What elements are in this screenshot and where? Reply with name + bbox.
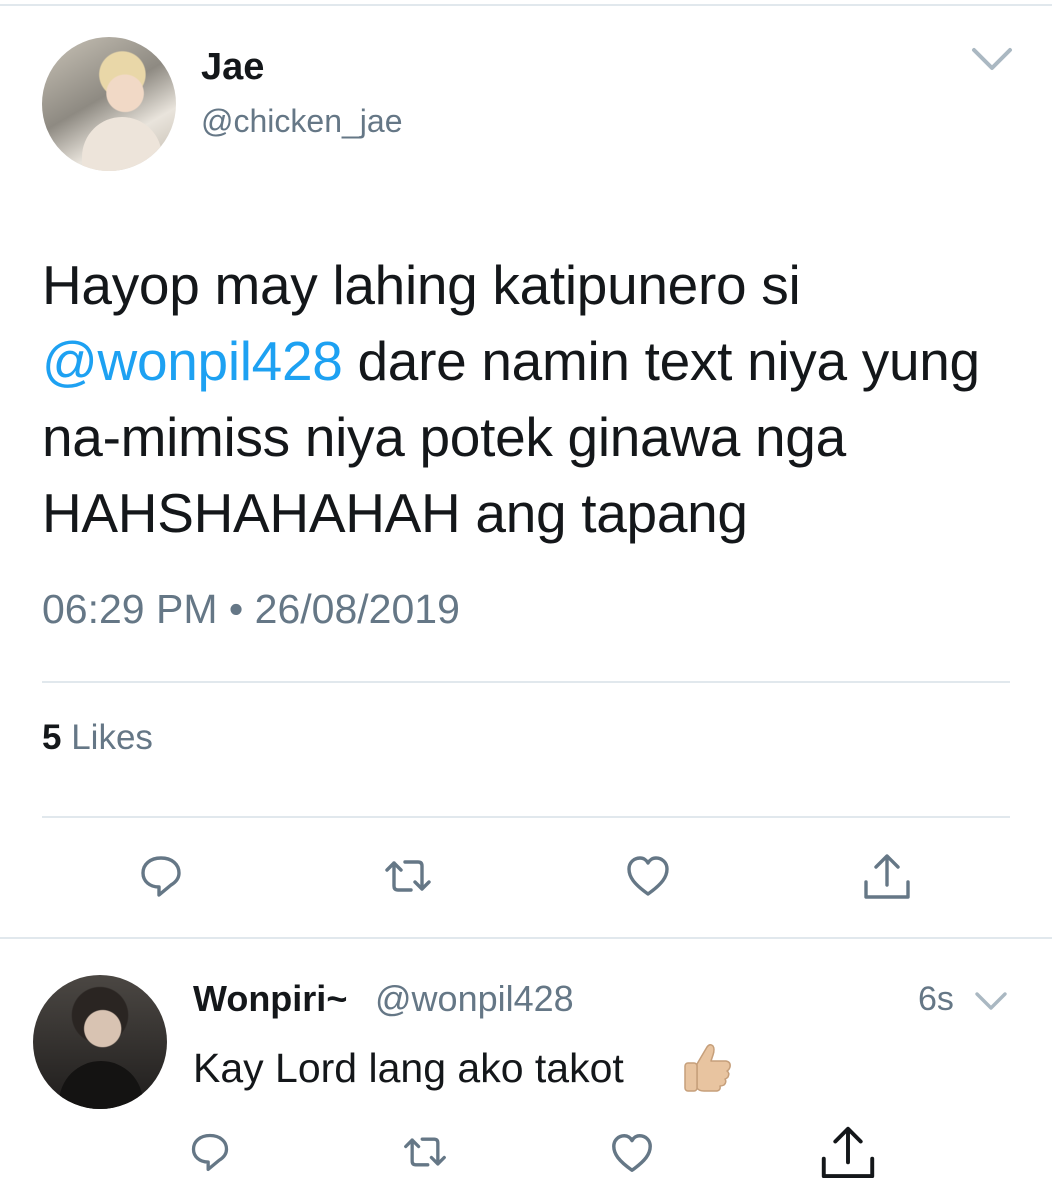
heart-icon[interactable] (624, 852, 672, 900)
share-icon[interactable] (818, 1124, 878, 1182)
tweet-date: 26/08/2019 (254, 586, 460, 632)
reply-user-handle[interactable]: @wonpil428 (375, 978, 574, 1020)
display-name[interactable]: Jae (201, 46, 264, 89)
heart-icon[interactable] (609, 1130, 655, 1176)
date-separator: • (228, 586, 244, 632)
avatar[interactable] (42, 37, 176, 171)
reply-timestamp: 6s (918, 980, 954, 1018)
tweet-separator (0, 937, 1052, 939)
top-divider (0, 4, 1052, 6)
reply-avatar[interactable] (33, 975, 167, 1109)
tweet-text-start: Hayop may lahing katipunero si (42, 254, 801, 316)
tweet-timestamp[interactable]: 06:29 PM • 26/08/2019 (42, 586, 460, 633)
chevron-down-icon[interactable] (974, 990, 1008, 1012)
reply-icon[interactable] (188, 1130, 232, 1174)
retweet-icon[interactable] (399, 1130, 451, 1174)
reply-text: Kay Lord lang ako takot (193, 1045, 624, 1091)
thumbs-up-emoji (680, 1038, 736, 1094)
reply-icon[interactable] (137, 852, 185, 900)
likes-number: 5 (42, 718, 62, 757)
retweet-icon[interactable] (381, 852, 435, 900)
likes-count[interactable]: 5 Likes (42, 718, 153, 758)
user-handle[interactable]: @chicken_jae (201, 103, 402, 140)
chevron-down-icon[interactable] (970, 44, 1014, 74)
divider (42, 816, 1010, 818)
tweet-time: 06:29 PM (42, 586, 218, 632)
tweet-text: Hayop may lahing katipunero si @wonpil42… (42, 247, 1002, 551)
share-icon[interactable] (861, 852, 913, 902)
reply-display-name[interactable]: Wonpiri~ (193, 978, 347, 1020)
likes-label: Likes (71, 718, 153, 757)
mention-link[interactable]: @wonpil428 (42, 330, 343, 392)
divider (42, 681, 1010, 683)
